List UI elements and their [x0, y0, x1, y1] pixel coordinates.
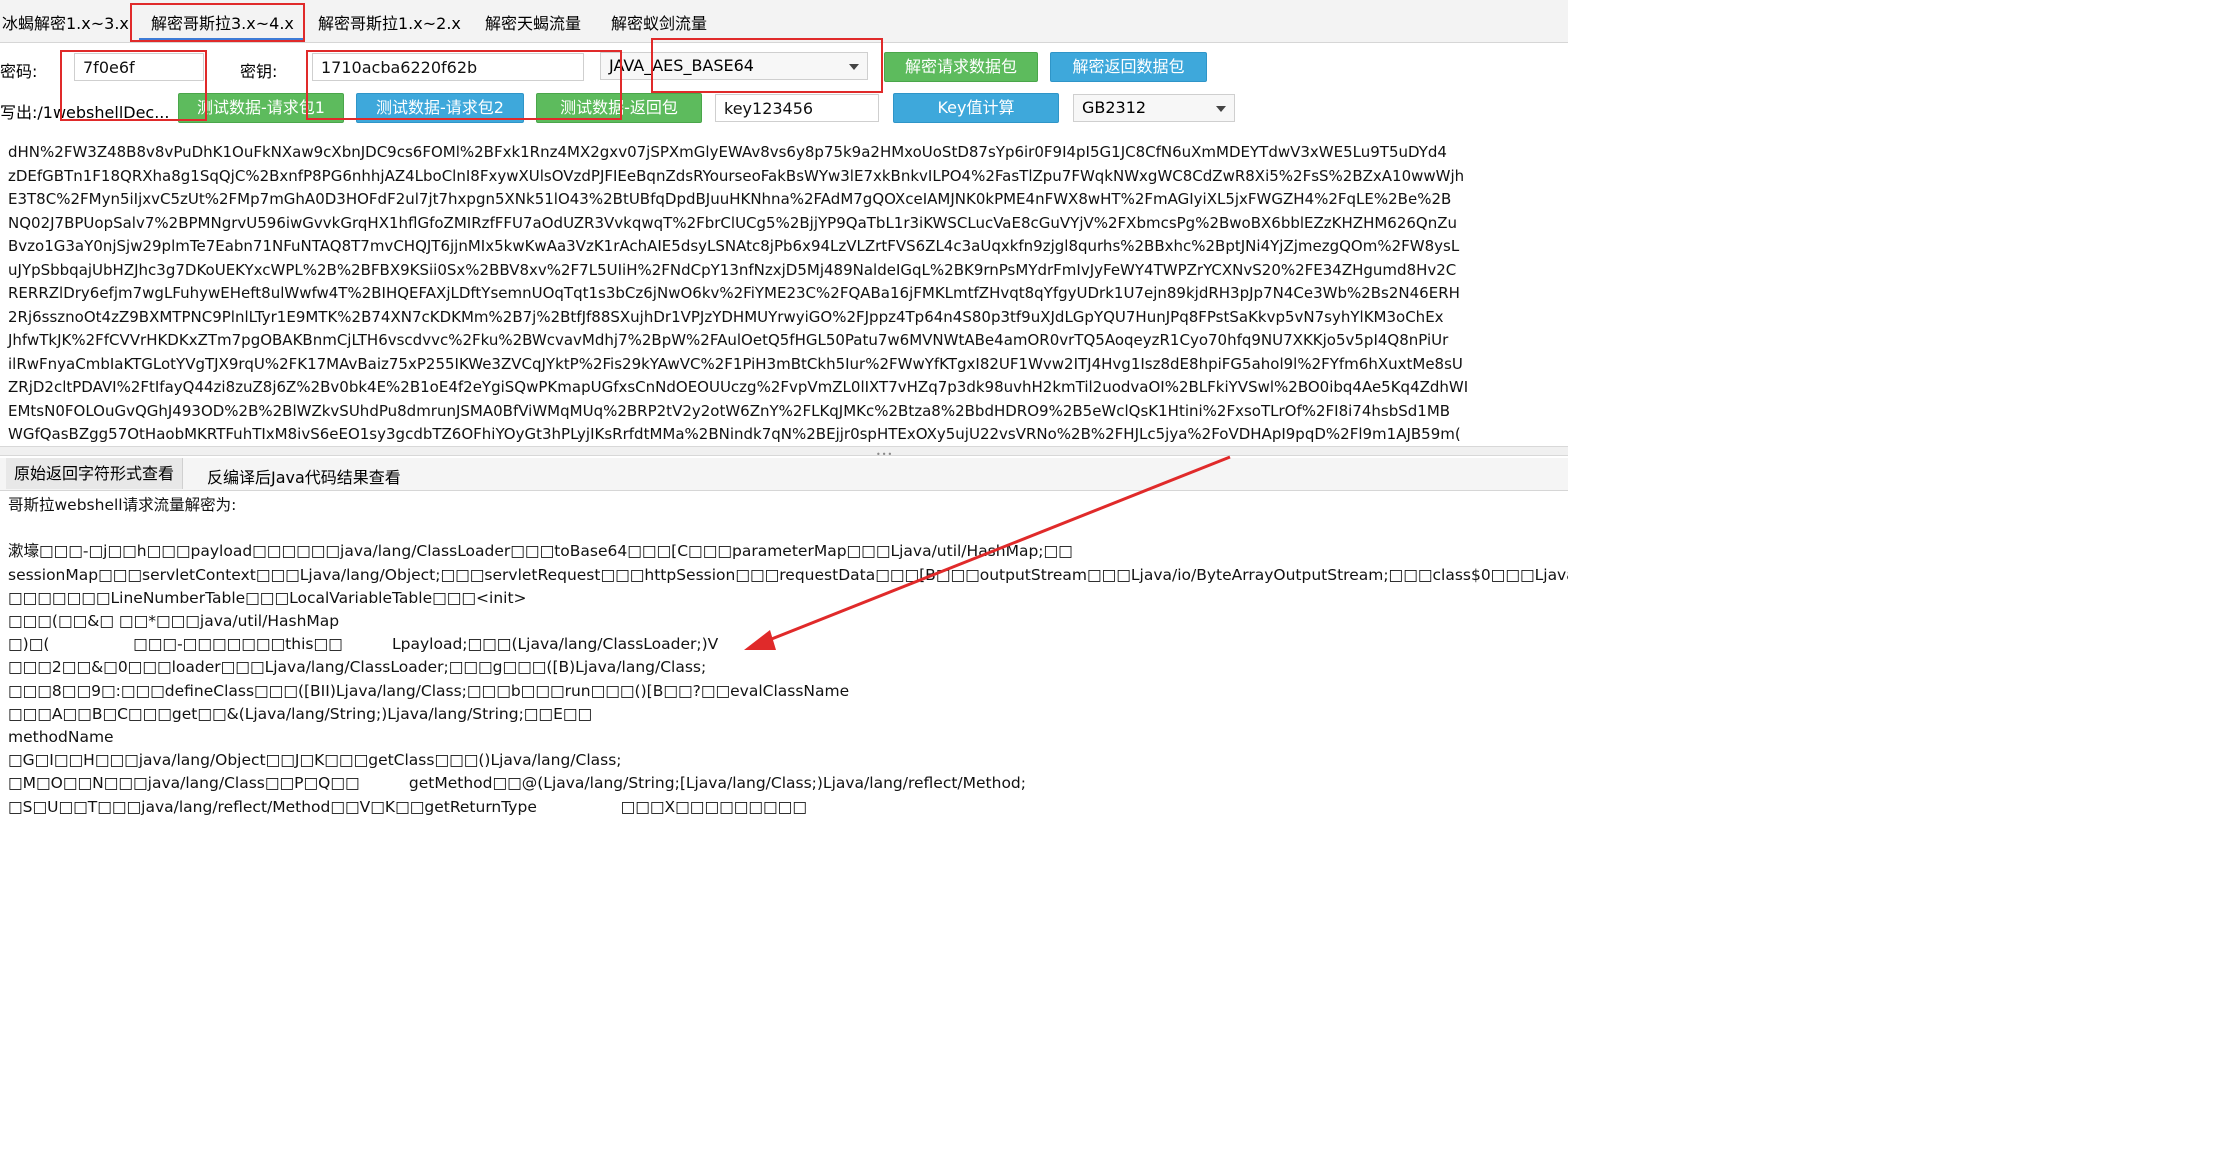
- top-tab-bar: 冰蝎解密1.x~3.x 解密哥斯拉3.x~4.x 解密哥斯拉1.x~2.x 解密…: [0, 0, 1568, 43]
- output-line: □)□( □□□-□□□□□□□this□□ Lpayload;□□□(Ljav…: [8, 635, 719, 654]
- charset-select-value: GB2312: [1082, 98, 1147, 117]
- test-request1-button[interactable]: 测试数据-请求包1: [178, 93, 344, 123]
- chevron-down-icon: [1216, 106, 1226, 112]
- encoded-line: JhfwTkJK%2FfCVVrHKDKxZTm7pgOBAKBnmCjLTH6…: [8, 331, 1449, 349]
- request-data-textarea[interactable]: dHN%2FW3Z48B8v8vPuDhK1OuFkNXaw9cXbnJDC9c…: [0, 127, 1568, 445]
- pane-splitter[interactable]: •••: [0, 446, 1568, 459]
- encoded-line: ZRjD2cltPDAVI%2FtIfayQ44zi8zuZ8j6Z%2Bv0b…: [8, 378, 1469, 396]
- encoded-line: EMtsN0FOLOuGvQGhJ493OD%2B%2BlWZkvSUhdPu8…: [8, 401, 1451, 420]
- tab-decompiled-java[interactable]: 反编译后Java代码结果查看: [207, 464, 401, 488]
- output-line: □□□□□□□LineNumberTable□□□LocalVariableTa…: [8, 588, 527, 607]
- encoded-line: Bvzo1G3aY0njSjw29plmTe7Eabn71NFuNTAQ8T7m…: [8, 237, 1460, 255]
- encoded-line: dHN%2FW3Z48B8v8vPuDhK1OuFkNXaw9cXbnJDC9c…: [8, 143, 1447, 161]
- output-heading: 哥斯拉webshell请求流量解密为:: [8, 496, 237, 514]
- key-calc-input[interactable]: [715, 94, 879, 122]
- output-line: □S□U□□T□□□java/lang/reflect/Method□□V□K□…: [8, 797, 807, 816]
- encoded-line: zDEfGBTn1F18QRXha8g1SqQjC%2BxnfP8PG6nhhj…: [8, 166, 1465, 185]
- key-input[interactable]: [312, 53, 584, 81]
- password-input[interactable]: [74, 53, 204, 81]
- tab-godzilla-1x-2x[interactable]: 解密哥斯拉1.x~2.x: [318, 10, 461, 34]
- key-label: 密钥:: [240, 62, 278, 81]
- chevron-down-icon: [849, 64, 859, 70]
- key-calc-button[interactable]: Key值计算: [893, 93, 1059, 123]
- output-line: 漱壕□□□-□j□□h□□□payload□□□□□□java/lang/Cla…: [8, 542, 1073, 561]
- decrypted-output[interactable]: 哥斯拉webshell请求流量解密为: 漱壕□□□-□j□□h□□□payloa…: [0, 494, 1568, 818]
- tab-antsword[interactable]: 解密蚁剑流量: [611, 10, 707, 34]
- output-line: methodName: [8, 728, 114, 747]
- charset-select[interactable]: GB2312: [1073, 94, 1235, 122]
- output-line: sessionMap□□□servletContext□□□Ljava/lang…: [8, 565, 1568, 584]
- active-tab-indicator: [139, 38, 304, 41]
- cipher-select-value: JAVA_AES_BASE64: [609, 56, 754, 75]
- result-tab-bar: 原始返回字符形式查看 反编译后Java代码结果查看: [0, 458, 1568, 491]
- tab-godzilla-3x-4x[interactable]: 解密哥斯拉3.x~4.x: [151, 10, 294, 34]
- encoded-line: 2Rj6ssznoOt4zZ9BXMTPNC9PlnlLTyr1E9MTK%2B…: [8, 307, 1444, 326]
- decrypt-request-button[interactable]: 解密请求数据包: [884, 52, 1038, 82]
- password-label: 密码:: [0, 62, 38, 81]
- encoded-line: ilRwFnyaCmbIaKTGLotYVgTJX9rqU%2FK17MAvBa…: [8, 354, 1463, 373]
- encoded-line: uJYpSbbqajUbHZJhc3g7DKoUEKYxcWPL%2B%2BFB…: [8, 260, 1457, 279]
- tab-raw-output[interactable]: 原始返回字符形式查看: [6, 458, 184, 489]
- output-line: □G□I□□H□□□java/lang/Object□□J□K□□□getCla…: [8, 751, 622, 770]
- tab-behinder-1x-3x[interactable]: 冰蝎解密1.x~3.x: [2, 10, 129, 34]
- encoded-line: WGfQasBZgg57OtHaobMKRTFuhTIxM8ivS6eEO1sy…: [8, 425, 1461, 443]
- test-response-button[interactable]: 测试数据-返回包: [536, 93, 702, 123]
- encoded-line: NQ02J7BPUopSalv7%2BPMNgrvU596iwGvvkGrqHX…: [8, 213, 1458, 232]
- output-line: □□□2□□&□0□□□loader□□□Ljava/lang/ClassLoa…: [8, 658, 707, 677]
- encoded-line: RERRZlDry6efjm7wgLFuhywEHeft8ulWwfw4T%2B…: [8, 284, 1460, 302]
- encoded-line: E3T8C%2FMyn5iIjxvC5zUt%2FMp7mGhA0D3HOFdF…: [8, 190, 1452, 208]
- output-line: □□□(□□&□ □□*□□□java/util/HashMap: [8, 612, 340, 631]
- write-path-label: 写出:/1webshellDec...: [0, 103, 170, 122]
- tab-tianxie[interactable]: 解密天蝎流量: [485, 10, 581, 34]
- cipher-select[interactable]: JAVA_AES_BASE64: [600, 52, 868, 80]
- output-line: □M□O□□N□□□java/lang/Class□□P□Q□□ getMeth…: [8, 774, 1026, 793]
- test-request2-button[interactable]: 测试数据-请求包2: [356, 93, 524, 123]
- output-line: □□□8□□9□:□□□defineClass□□□([BII)Ljava/la…: [8, 681, 850, 700]
- output-line: □□□A□□B□C□□□get□□&(Ljava/lang/String;)Lj…: [8, 704, 593, 723]
- decrypt-response-button[interactable]: 解密返回数据包: [1050, 52, 1207, 82]
